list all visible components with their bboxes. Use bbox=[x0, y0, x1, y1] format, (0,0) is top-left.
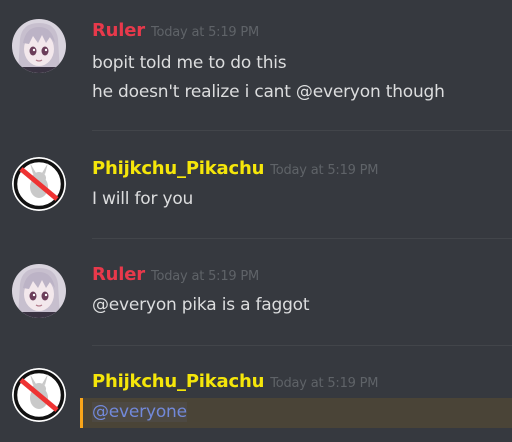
chat-messages-pane[interactable]: Ruler Today at 5:19 PM bopit told me to d… bbox=[0, 0, 512, 442]
user-avatar[interactable] bbox=[12, 368, 66, 422]
message-text: @everyon pika is a faggot bbox=[92, 295, 310, 315]
message-group: Phijkchu_Pikachu Today at 5:19 PM I will … bbox=[0, 131, 512, 238]
no-pikachu-avatar-icon bbox=[12, 368, 66, 422]
username[interactable]: Phijkchu_Pikachu bbox=[92, 371, 264, 392]
message-header: Phijkchu_Pikachu Today at 5:19 PM bbox=[92, 371, 379, 392]
message-group: Ruler Today at 5:19 PM @everyon pika is a… bbox=[0, 239, 512, 345]
no-pikachu-avatar-icon bbox=[12, 157, 66, 211]
timestamp: Today at 5:19 PM bbox=[150, 25, 260, 40]
anime-girl-avatar-icon bbox=[12, 264, 66, 318]
username[interactable]: Ruler bbox=[92, 20, 145, 41]
message-text: @everyone bbox=[92, 402, 187, 422]
message-text: bopit told me to do this bbox=[92, 53, 287, 73]
username[interactable]: Phijkchu_Pikachu bbox=[92, 158, 264, 179]
timestamp: Today at 5:19 PM bbox=[270, 163, 379, 178]
message-text: I will for you bbox=[92, 189, 194, 209]
message-group: Phijkchu_Pikachu Today at 5:19 PM @everyo… bbox=[0, 346, 512, 442]
message-header: Phijkchu_Pikachu Today at 5:19 PM bbox=[92, 158, 379, 179]
timestamp: Today at 5:19 PM bbox=[270, 376, 379, 391]
message-header: Ruler Today at 5:19 PM bbox=[92, 20, 259, 41]
timestamp: Today at 5:19 PM bbox=[150, 269, 260, 284]
everyone-mention[interactable]: @everyone bbox=[92, 402, 187, 422]
message-text: he doesn't realize i cant @everyon thoug… bbox=[92, 82, 445, 102]
message-group: Ruler Today at 5:19 PM bopit told me to d… bbox=[0, 0, 512, 130]
user-avatar[interactable] bbox=[12, 264, 66, 318]
anime-girl-avatar-icon bbox=[12, 19, 66, 73]
message-header: Ruler Today at 5:19 PM bbox=[92, 264, 259, 285]
user-avatar[interactable] bbox=[12, 157, 66, 211]
user-avatar[interactable] bbox=[12, 19, 66, 73]
username[interactable]: Ruler bbox=[92, 264, 145, 285]
